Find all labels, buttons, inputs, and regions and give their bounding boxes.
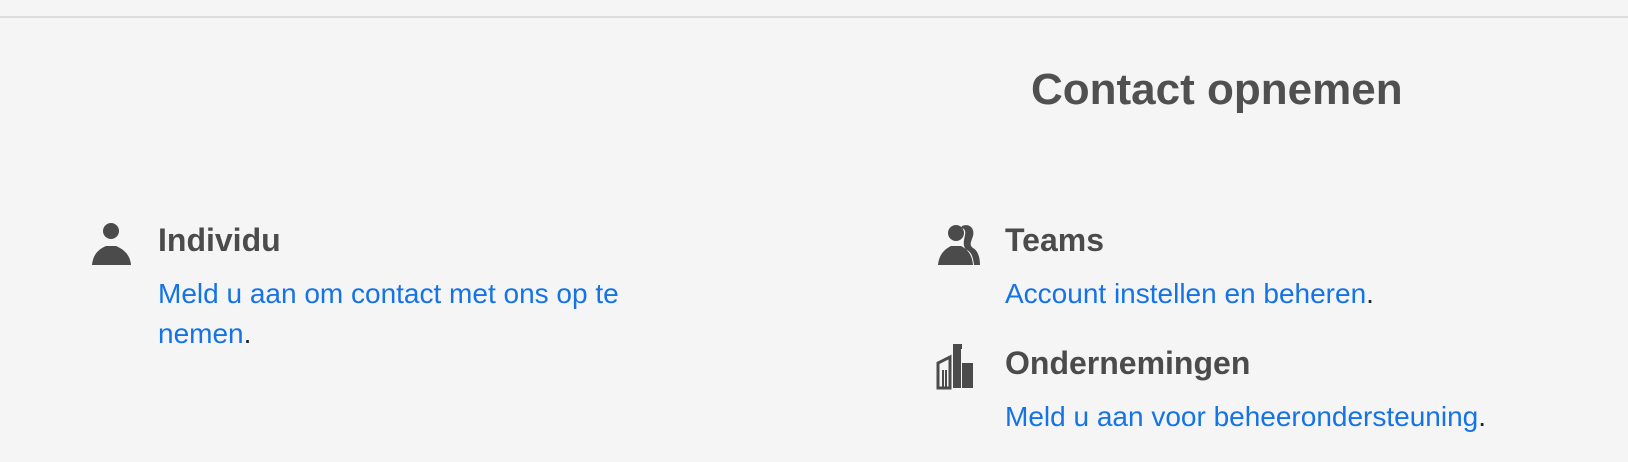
individual-period: . — [243, 318, 252, 349]
teams-heading: Teams — [1005, 222, 1105, 258]
enterprise-heading: Ondernemingen — [1005, 345, 1251, 381]
page-title: Contact opnemen — [1031, 65, 1403, 114]
teams-period: . — [1366, 278, 1374, 309]
top-divider — [0, 16, 1628, 18]
individual-sign-in-link[interactable]: Meld u aan om contact met ons op te neme… — [158, 278, 619, 349]
enterprise-admin-support-link[interactable]: Meld u aan voor beheerondersteuning — [1005, 401, 1478, 432]
individual-heading: Individu — [158, 222, 281, 258]
teams-description: Account instellen en beheren. — [1005, 274, 1565, 314]
person-icon — [88, 220, 136, 268]
buildings-icon — [934, 342, 982, 390]
enterprise-period: . — [1478, 401, 1487, 432]
people-icon — [934, 220, 982, 268]
teams-account-link[interactable]: Account instellen en beheren — [1005, 278, 1366, 309]
enterprise-description: Meld u aan voor beheerondersteuning. — [1005, 397, 1605, 437]
individual-description: Meld u aan om contact met ons op te neme… — [158, 274, 678, 354]
